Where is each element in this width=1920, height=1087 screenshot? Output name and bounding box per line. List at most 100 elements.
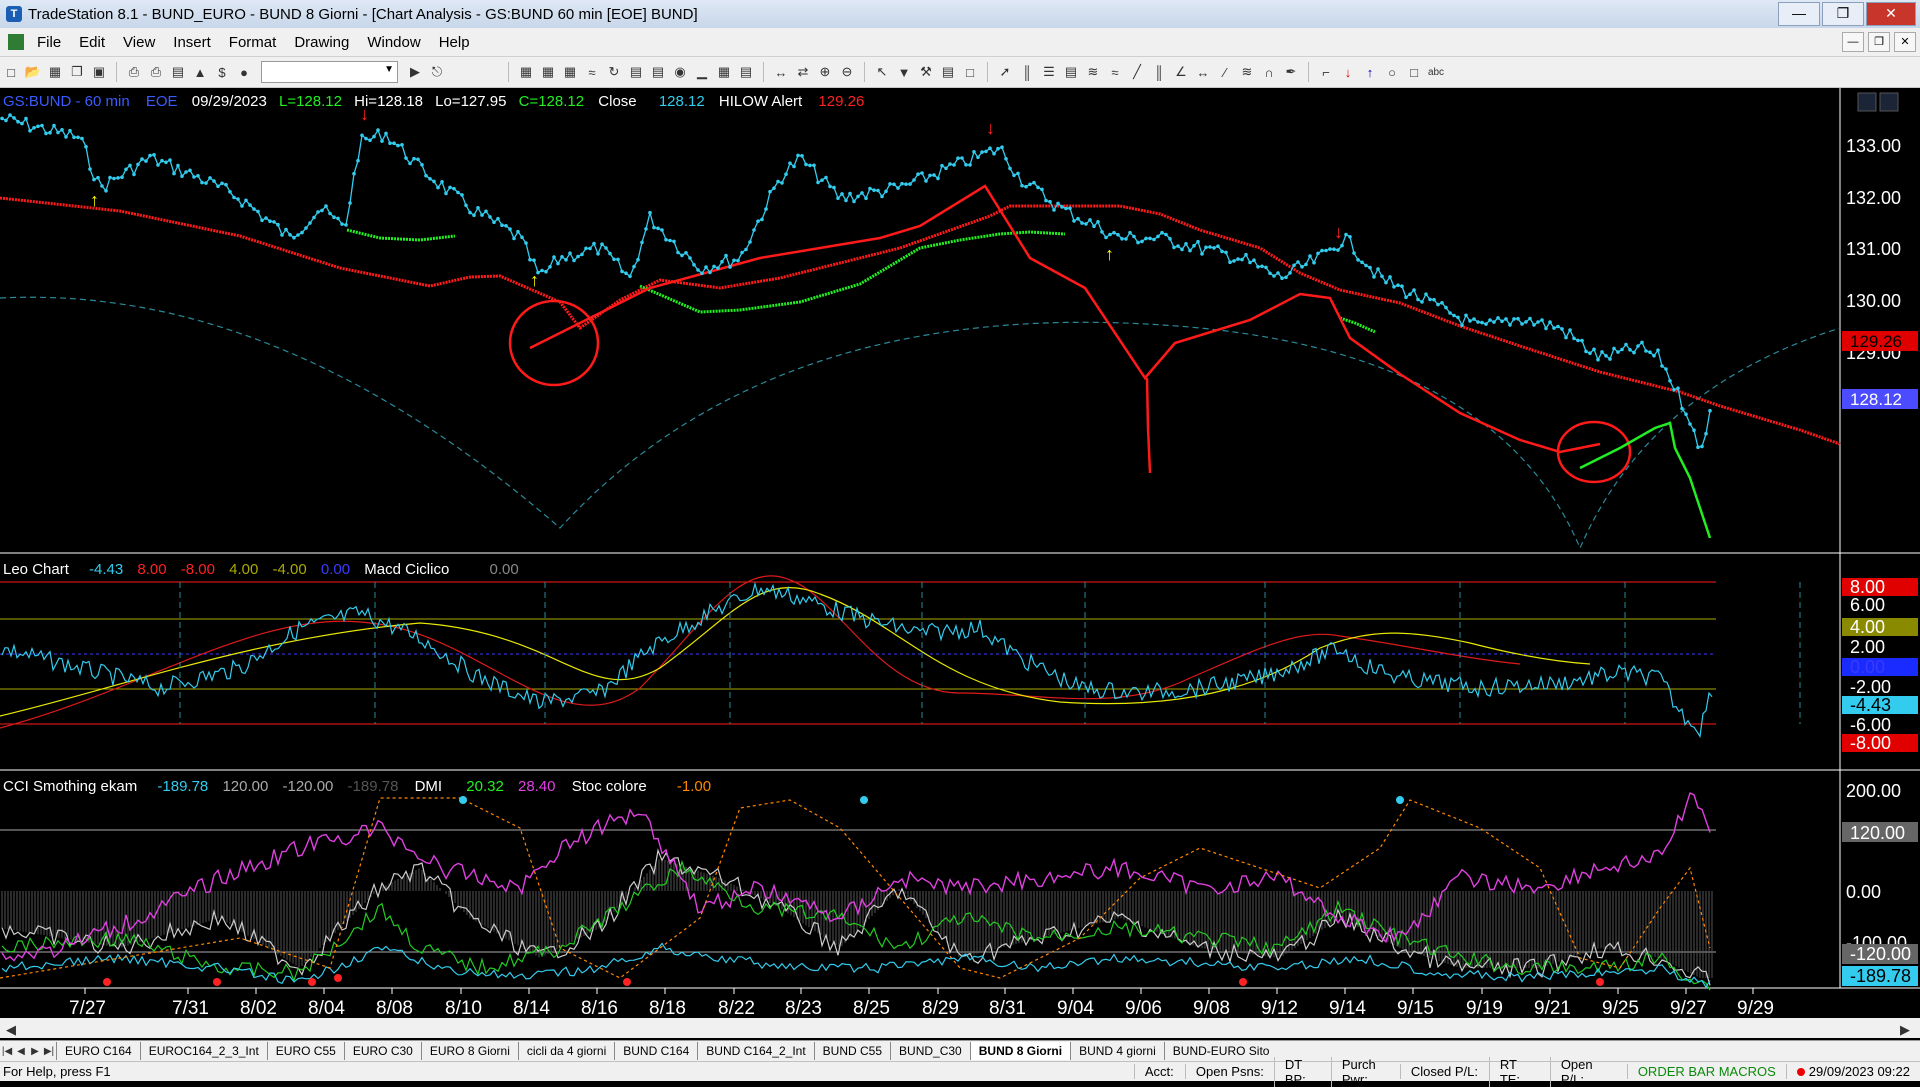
speed-lines-icon[interactable]: ╱	[1128, 63, 1146, 81]
vertical-lines-icon[interactable]: ║	[1018, 63, 1036, 81]
horizontal-lines-icon[interactable]: ☰	[1040, 63, 1058, 81]
channel-icon[interactable]: ▤	[1062, 63, 1080, 81]
scroll-left-icon[interactable]: ◀	[6, 1022, 16, 1037]
tab-euro-c164[interactable]: EURO C164	[56, 1042, 140, 1060]
tab-last-icon[interactable]: ▶|	[42, 1046, 56, 1057]
order-bar-macros[interactable]: ORDER BAR MACROS	[1626, 1064, 1786, 1079]
lookup-icon[interactable]: ⎋	[428, 63, 446, 81]
tab-prev-icon[interactable]: ◀	[14, 1046, 28, 1057]
mdi-restore-button[interactable]: ❐	[1868, 32, 1890, 52]
print-preview-icon[interactable]: ⎙	[147, 63, 165, 81]
arc-icon[interactable]: ∩	[1260, 63, 1278, 81]
hide-icon[interactable]: □	[961, 63, 979, 81]
bar-spacing-icon[interactable]: ↔	[772, 63, 790, 81]
grid-icon[interactable]: ▦	[517, 63, 535, 81]
menu-drawing[interactable]: Drawing	[285, 34, 358, 51]
fibonacci-icon[interactable]: ≋	[1084, 63, 1102, 81]
minimize-button[interactable]: —	[1778, 2, 1820, 26]
andrews-icon[interactable]: ∠	[1172, 63, 1190, 81]
menu-window[interactable]: Window	[358, 34, 429, 51]
close-button[interactable]: ✕	[1866, 2, 1916, 26]
mdi-close-button[interactable]: ✕	[1894, 32, 1916, 52]
chart-window-icon[interactable]	[8, 34, 24, 50]
lock-icon[interactable]: ▲	[191, 63, 209, 81]
scanner-icon[interactable]: ▤	[649, 63, 667, 81]
grid2-icon[interactable]: ▦	[539, 63, 557, 81]
refresh-icon[interactable]: ↻	[605, 63, 623, 81]
menu-format[interactable]: Format	[220, 34, 286, 51]
closed-pl-field: Closed P/L:	[1399, 1064, 1489, 1079]
new-window-icon[interactable]: ❐	[68, 63, 86, 81]
insert-indicator-icon[interactable]: ▼	[895, 63, 913, 81]
tab-bund-c164[interactable]: BUND C164	[614, 1042, 697, 1060]
mdi-minimize-button[interactable]: —	[1842, 32, 1864, 52]
price-point	[884, 189, 888, 194]
dollar-icon[interactable]: $	[213, 63, 231, 81]
folder-icon[interactable]: ▣	[90, 63, 108, 81]
matrix-icon[interactable]: ▦	[715, 63, 733, 81]
tab-next-icon[interactable]: ▶	[28, 1046, 42, 1057]
tools-icon[interactable]: ⚒	[917, 63, 935, 81]
arrow-horizontal-icon[interactable]: ↔	[1194, 63, 1212, 81]
compress-icon[interactable]: ⇄	[794, 63, 812, 81]
rectangle-icon[interactable]: □	[1405, 63, 1423, 81]
tab-bund-euro-sito[interactable]: BUND-EURO Sito	[1163, 1042, 1278, 1060]
parallel-icon[interactable]: ∕	[1216, 63, 1234, 81]
table-icon[interactable]: ▦	[561, 63, 579, 81]
ellipse-icon[interactable]: ○	[1383, 63, 1401, 81]
restore-button[interactable]: ❐	[1822, 2, 1864, 26]
open-icon[interactable]: 📂	[24, 63, 42, 81]
chart-canvas[interactable]: GS:BUND - 60 min EOE 09/29/2023 L=128.12…	[0, 88, 1920, 1040]
bar-chart-icon[interactable]: ▁	[693, 63, 711, 81]
price-point	[1688, 422, 1692, 426]
menu-view[interactable]: View	[114, 34, 164, 51]
menu-insert[interactable]: Insert	[164, 34, 220, 51]
tab-bund-c55[interactable]: BUND C55	[813, 1042, 890, 1060]
zoom-out-icon[interactable]: ⊖	[838, 63, 856, 81]
up-arrow-icon[interactable]: ↑	[1361, 63, 1379, 81]
horizontal-scrollbar[interactable]	[0, 1018, 1920, 1038]
format-window-icon[interactable]: ▤	[939, 63, 957, 81]
panel-minimize-button[interactable]	[1857, 92, 1877, 112]
menu-edit[interactable]: Edit	[70, 34, 114, 51]
zoom-in-icon[interactable]: ⊕	[816, 63, 834, 81]
trendline-icon[interactable]: ➚	[996, 63, 1014, 81]
tab-bund-8-giorni[interactable]: BUND 8 Giorni	[969, 1042, 1071, 1060]
menu-file[interactable]: File	[28, 34, 70, 51]
radar-icon[interactable]: ◉	[671, 63, 689, 81]
tab-first-icon[interactable]: |◀	[0, 1046, 14, 1057]
menu-help[interactable]: Help	[430, 34, 479, 51]
chart-analysis-window[interactable]: GS:BUND - 60 min EOE 09/29/2023 L=128.12…	[0, 88, 1920, 1040]
format-icon[interactable]: ▤	[169, 63, 187, 81]
close-val: 128.12	[659, 93, 705, 110]
freehand-icon[interactable]: ⌐	[1317, 63, 1335, 81]
fib-fan-icon[interactable]: ≋	[1238, 63, 1256, 81]
new-icon[interactable]: □	[2, 63, 20, 81]
go-arrow-icon[interactable]: ▶	[406, 63, 424, 81]
cycle-lines-icon[interactable]: ║	[1150, 63, 1168, 81]
indicator-icon[interactable]: ≈	[583, 63, 601, 81]
symbol-combo[interactable]: ▼	[261, 61, 398, 83]
tab-euro-c30[interactable]: EURO C30	[343, 1042, 421, 1060]
price-point	[684, 251, 688, 255]
tradestation-app-icon[interactable]: T	[6, 6, 22, 22]
save-icon[interactable]: ▦	[46, 63, 64, 81]
tab-euro-c55[interactable]: EURO C55	[266, 1042, 344, 1060]
tab-euro-8-giorni[interactable]: EURO 8 Giorni	[420, 1042, 518, 1060]
pointer-icon[interactable]: ↖	[873, 63, 891, 81]
tab-bund-c164-2-int[interactable]: BUND C164_2_Int	[697, 1042, 813, 1060]
down-arrow-icon[interactable]: ↓	[1339, 63, 1357, 81]
panel-restore-button[interactable]	[1879, 92, 1899, 112]
pen-icon[interactable]: ✒	[1282, 63, 1300, 81]
analysis-icon[interactable]: ▤	[627, 63, 645, 81]
text-icon[interactable]: abc	[1427, 63, 1445, 81]
tab-bund-4-giorni[interactable]: BUND 4 giorni	[1070, 1042, 1164, 1060]
options-icon[interactable]: ▤	[737, 63, 755, 81]
scroll-right-icon[interactable]: ▶	[1900, 1022, 1910, 1037]
tab-euroc164-2-3-int[interactable]: EUROC164_2_3_Int	[139, 1042, 267, 1060]
tab-bund-c30[interactable]: BUND_C30	[890, 1042, 970, 1060]
gann-icon[interactable]: ≈	[1106, 63, 1124, 81]
tab-cicli-4-giorni[interactable]: cicli da 4 giorni	[517, 1042, 614, 1060]
print-icon[interactable]: ⎙	[125, 63, 143, 81]
strategy-icon[interactable]: ●	[235, 63, 253, 81]
